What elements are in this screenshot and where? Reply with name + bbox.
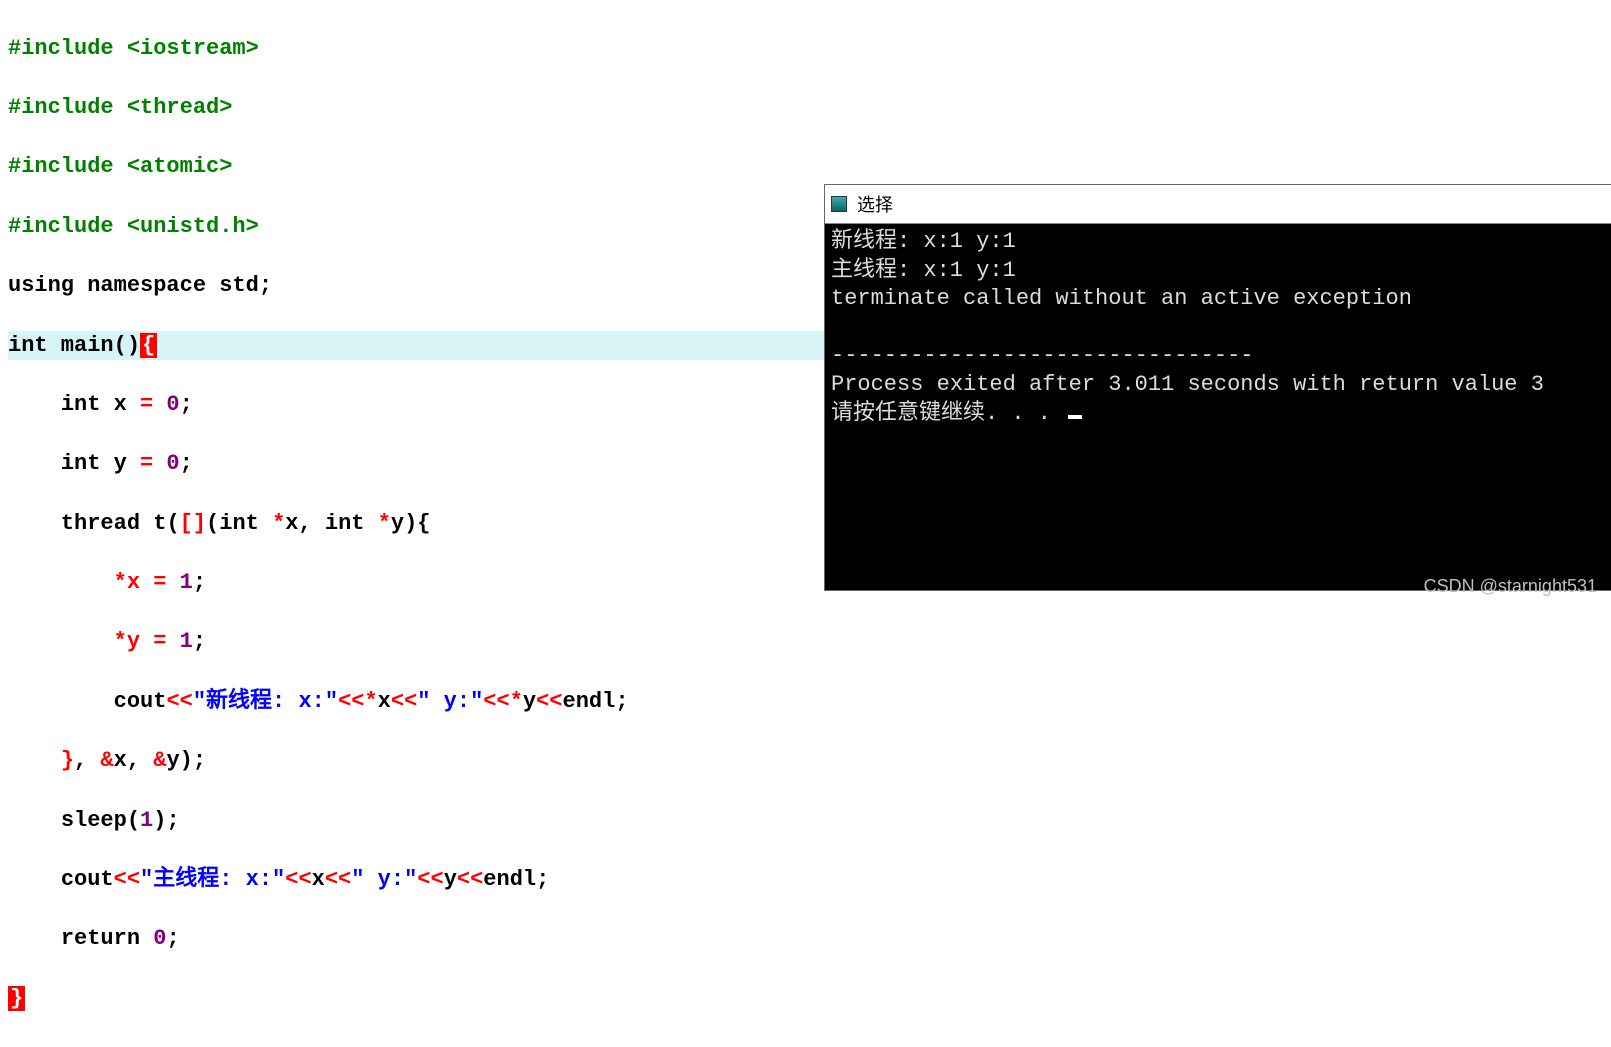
code-line: return 0; xyxy=(8,924,1603,954)
console-output: 新线程: x:1 y:1 主线程: x:1 y:1 terminate call… xyxy=(825,224,1611,432)
console-line: terminate called without an active excep… xyxy=(831,286,1412,311)
code-line: #include <atomic> xyxy=(8,152,1603,182)
cursor-icon xyxy=(1068,415,1082,419)
keyword: int xyxy=(61,451,101,476)
code-line: cout<<"新线程: x:"<<*x<<" y:"<<*y<<endl; xyxy=(8,687,1603,717)
console-icon xyxy=(831,196,847,212)
code-line: #include <iostream> xyxy=(8,34,1603,64)
preprocessor: #include <iostream> xyxy=(8,36,259,61)
console-line: 新线程: x:1 y:1 xyxy=(831,229,1016,254)
code-line: }, &x, &y); xyxy=(8,746,1603,776)
watermark: CSDN @starnight531 xyxy=(1424,576,1597,597)
code-line: cout<<"主线程: x:"<<x<<" y:"<<y<<endl; xyxy=(8,865,1603,895)
console-line: Process exited after 3.011 seconds with … xyxy=(831,372,1544,397)
code-line: sleep(1); xyxy=(8,806,1603,836)
console-title: 选择 xyxy=(857,191,893,217)
preprocessor: #include <unistd.h> xyxy=(8,214,259,239)
console-window: 选择 新线程: x:1 y:1 主线程: x:1 y:1 terminate c… xyxy=(825,185,1611,590)
keyword: int xyxy=(8,333,48,358)
code-line: #include <thread> xyxy=(8,93,1603,123)
keyword: return xyxy=(61,926,140,951)
console-line: 请按任意键继续. . . xyxy=(831,401,1064,426)
matched-brace: } xyxy=(8,986,25,1011)
preprocessor: #include <atomic> xyxy=(8,154,232,179)
console-line: 主线程: x:1 y:1 xyxy=(831,258,1016,283)
matched-brace: { xyxy=(140,333,157,358)
keyword: using namespace xyxy=(8,273,206,298)
keyword: int xyxy=(61,392,101,417)
preprocessor: #include <thread> xyxy=(8,95,232,120)
code-line: *y = 1; xyxy=(8,627,1603,657)
console-separator: -------------------------------- xyxy=(831,343,1253,368)
console-titlebar[interactable]: 选择 xyxy=(825,185,1611,224)
code-line: } xyxy=(8,984,1603,1014)
